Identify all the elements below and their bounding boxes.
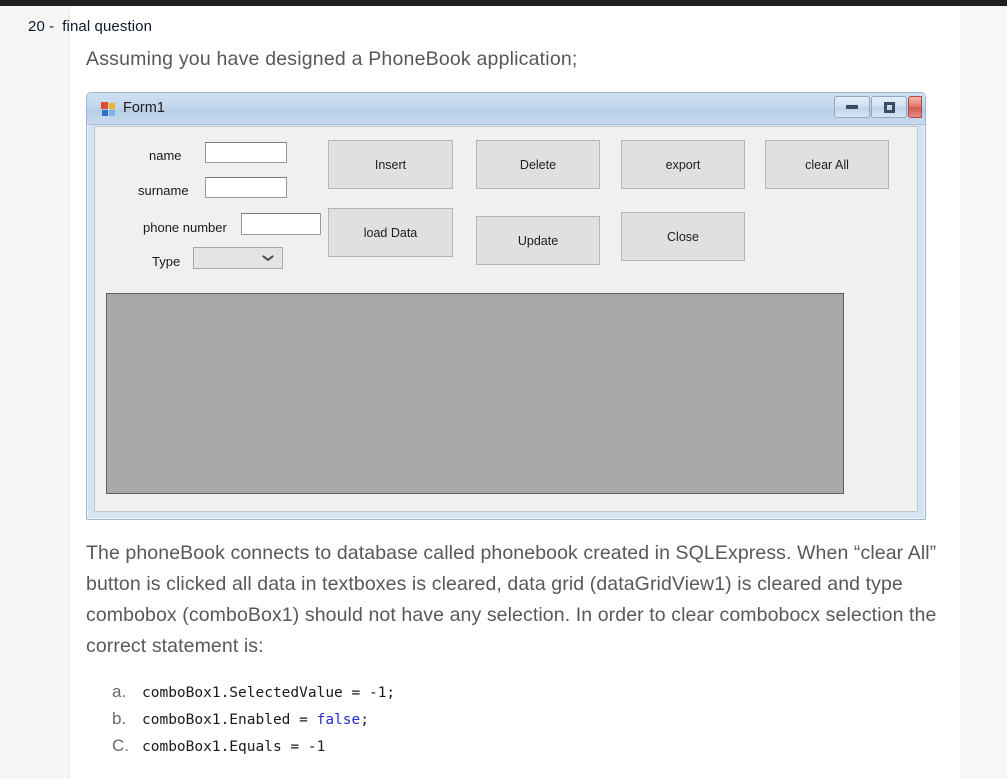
data-grid-view[interactable] <box>106 293 844 494</box>
label-name: name <box>149 148 182 163</box>
window-title: Form1 <box>123 100 165 116</box>
phone-number-input[interactable] <box>241 213 321 235</box>
screenshot-root: 20 - final question Assuming you have des… <box>0 0 1007 779</box>
keyword-token: false <box>316 712 361 728</box>
option-b-code: comboBox1.Enabled = false; <box>142 712 369 728</box>
window-titlebar: Form1 <box>87 93 925 125</box>
surname-input[interactable] <box>205 177 287 198</box>
answer-options: a. comboBox1.SelectedValue = -1; b. comb… <box>112 682 812 763</box>
page-right-strip <box>960 6 1007 779</box>
label-type: Type <box>152 254 181 269</box>
option-b[interactable]: b. comboBox1.Enabled = false; <box>112 709 812 729</box>
close-button[interactable] <box>908 96 922 118</box>
chevron-down-icon <box>263 255 273 261</box>
label-phone-number: phone number <box>143 220 227 235</box>
left-gutter <box>0 6 70 779</box>
delete-button[interactable]: Delete <box>476 140 600 189</box>
maximize-icon <box>883 101 895 113</box>
option-c-code: comboBox1.Equals = -1 <box>142 739 326 755</box>
form-client-area: name surname phone number Type Insert De… <box>94 126 918 512</box>
minimize-icon <box>846 105 858 109</box>
export-button[interactable]: export <box>621 140 745 189</box>
intro-text: Assuming you have designed a PhoneBook a… <box>86 48 578 70</box>
label-surname: surname <box>138 183 189 198</box>
question-header: 20 - final question <box>28 18 152 35</box>
load-data-button[interactable]: load Data <box>328 208 453 257</box>
option-a-code: comboBox1.SelectedValue = -1; <box>142 685 396 701</box>
window-controls <box>834 96 922 118</box>
maximize-button[interactable] <box>871 96 907 118</box>
option-c[interactable]: C. comboBox1.Equals = -1 <box>112 736 812 756</box>
option-b-marker: b. <box>112 709 127 728</box>
name-input[interactable] <box>205 142 287 163</box>
type-combobox[interactable] <box>193 247 283 269</box>
close-form-button[interactable]: Close <box>621 212 745 261</box>
update-button[interactable]: Update <box>476 216 600 265</box>
clear-all-button[interactable]: clear All <box>765 140 889 189</box>
question-number: 20 - <box>28 18 55 35</box>
winform-window: Form1 name surname phone number Type Ins… <box>86 92 926 520</box>
option-a[interactable]: a. comboBox1.SelectedValue = -1; <box>112 682 812 702</box>
question-paragraph: The phoneBook connects to database calle… <box>86 542 937 657</box>
option-a-marker: a. <box>112 682 127 701</box>
question-title: final question <box>62 18 153 35</box>
winforms-icon <box>101 102 115 116</box>
insert-button[interactable]: Insert <box>328 140 453 189</box>
option-c-marker: C. <box>112 736 129 755</box>
minimize-button[interactable] <box>834 96 870 118</box>
